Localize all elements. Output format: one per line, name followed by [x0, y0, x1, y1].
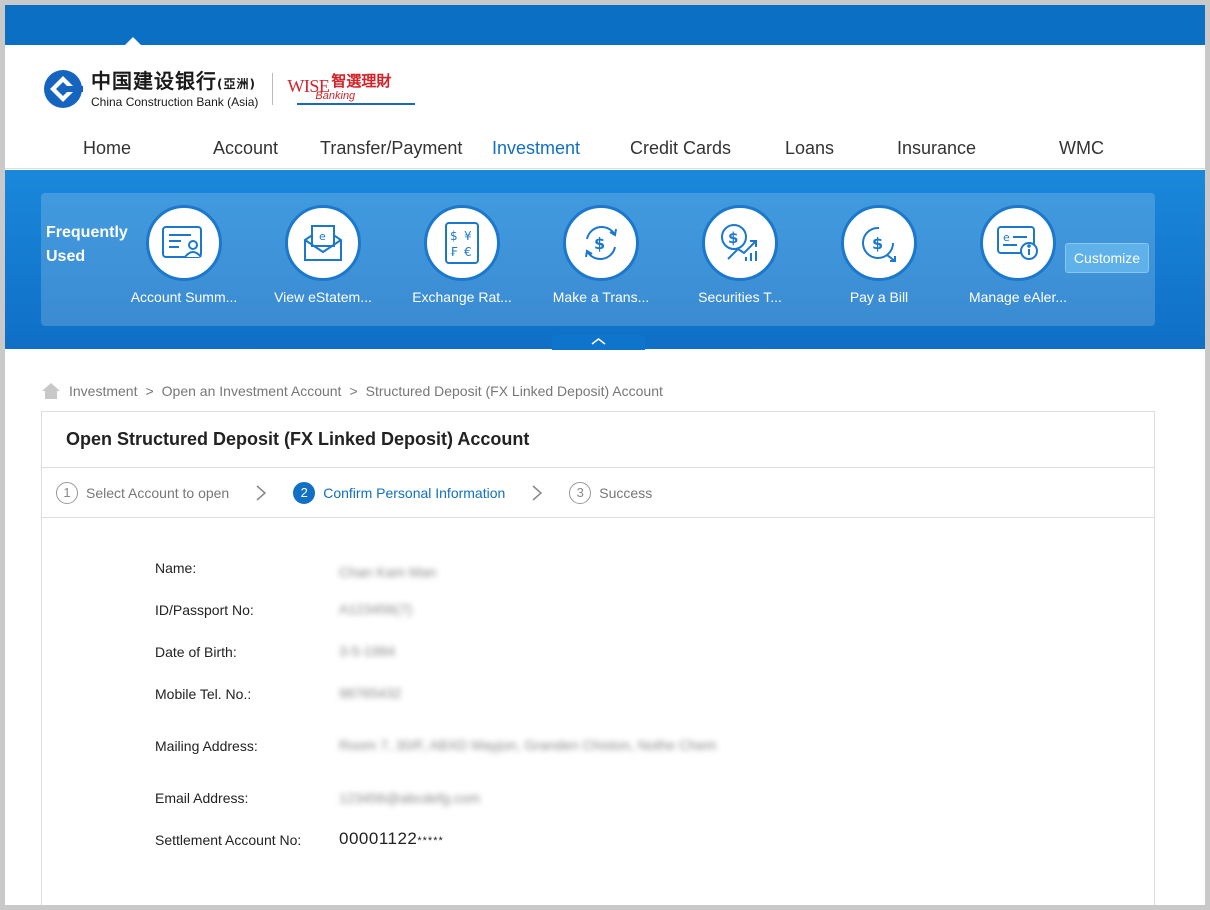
pay-bill-icon: $	[862, 226, 896, 262]
breadcrumb-current: Structured Deposit (FX Linked Deposit) A…	[365, 383, 663, 399]
label-name: Name:	[155, 560, 197, 576]
step-number: 1	[56, 481, 78, 504]
step-label: Select Account to open	[86, 484, 230, 501]
label-id-passport: ID/Passport No:	[155, 602, 254, 618]
nav-credit-cards[interactable]: Credit Cards	[630, 138, 731, 159]
frequently-used-title: Frequently Used	[46, 224, 128, 265]
shortcut-label: Pay a Bill	[849, 289, 909, 305]
account-summary-icon	[162, 226, 202, 258]
label-settlement-account: Settlement Account No:	[155, 832, 302, 848]
ccb-name: 中国建设银行(亞洲) China Construction Bank (Asia…	[91, 70, 258, 109]
svg-text:€: €	[464, 245, 472, 259]
value-date-of-birth: 3-5-1984	[339, 643, 396, 659]
exchange-rate-icon: $ ¥ ₣ €	[445, 222, 479, 264]
svg-text:₣: ₣	[450, 245, 458, 259]
value-id-passport: A123456(7)	[339, 601, 413, 617]
value-mobile-tel: 98765432	[339, 685, 402, 701]
top-bar	[5, 5, 1205, 46]
breadcrumb-investment[interactable]: Investment	[69, 383, 137, 399]
page-title: Open Structured Deposit (FX Linked Depos…	[42, 412, 1154, 468]
nav-wmc[interactable]: WMC	[1059, 138, 1104, 159]
value-name: Chan Kam Man	[339, 564, 437, 580]
shortcut-view-estatement[interactable]: e View eStatem...	[263, 205, 383, 305]
shortcut-securities-trading[interactable]: $ Securities T...	[680, 205, 800, 305]
nav-account[interactable]: Account	[213, 138, 278, 159]
svg-text:¥: ¥	[464, 229, 472, 243]
label-date-of-birth: Date of Birth:	[155, 644, 237, 660]
frequently-used-panel: Frequently Used Account Summ... e View e…	[41, 193, 1155, 326]
svg-text:$: $	[872, 234, 883, 253]
estatement-icon: e	[304, 225, 342, 261]
step-label: Confirm Personal Information	[323, 484, 506, 501]
ccb-chinese-name: 中国建设银行(亞洲)	[91, 68, 256, 93]
value-email-address: 123456@abcdefg.com	[339, 790, 481, 806]
wise-banking-word: Banking	[315, 89, 356, 102]
shortcut-account-summary[interactable]: Account Summ...	[124, 205, 244, 305]
shortcut-label: Make a Trans...	[552, 289, 650, 305]
step-number: 3	[569, 481, 592, 504]
top-bar-notch	[124, 37, 142, 46]
nav-loans[interactable]: Loans	[785, 138, 834, 159]
nav-home[interactable]: Home	[83, 138, 131, 159]
chevron-up-icon	[591, 338, 606, 345]
breadcrumb: Investment > Open an Investment Account …	[41, 382, 663, 400]
chevron-right-icon	[255, 484, 267, 502]
frequently-used-banner: Frequently Used Account Summ... e View e…	[5, 170, 1205, 349]
svg-text:e: e	[1003, 231, 1010, 244]
step-number: 2	[293, 481, 316, 504]
collapse-banner-tab[interactable]	[552, 335, 645, 350]
svg-text:$: $	[450, 229, 458, 243]
step-confirm-personal-info: 2 Confirm Personal Information	[293, 481, 506, 504]
value-settlement-account: 00001122*****	[339, 829, 444, 848]
value-mailing-address: Room 7, 30/F, ABXD Mayjon, Granden Chist…	[339, 737, 717, 753]
step-select-account: 1 Select Account to open	[56, 481, 230, 504]
transfer-icon: $	[585, 225, 617, 261]
nav-investment[interactable]: Investment	[492, 138, 580, 159]
wise-chinese: 智選理財	[331, 71, 392, 90]
shortcut-label: Exchange Rat...	[412, 289, 512, 305]
svg-text:$: $	[728, 229, 738, 247]
shortcut-manage-ealert[interactable]: e Manage eAler...	[958, 205, 1078, 305]
home-icon[interactable]	[41, 382, 61, 400]
step-indicator: 1 Select Account to open 2 Confirm Perso…	[42, 468, 1154, 518]
shortcut-exchange-rate[interactable]: $ ¥ ₣ € Exchange Rat...	[402, 205, 522, 305]
chevron-right-icon	[531, 484, 543, 502]
ealert-icon: e	[997, 226, 1038, 260]
nav-transfer-payment[interactable]: Transfer/Payment	[320, 138, 462, 159]
breadcrumb-separator: >	[145, 383, 154, 399]
wise-underline	[297, 102, 416, 105]
shortcut-make-transfer[interactable]: $ Make a Trans...	[541, 205, 661, 305]
securities-icon: $	[721, 224, 757, 261]
logo-divider	[272, 73, 274, 105]
customize-button[interactable]: Customize	[1065, 243, 1149, 273]
shortcut-label: Manage eAler...	[968, 289, 1068, 305]
label-email-address: Email Address:	[155, 790, 249, 806]
label-mailing-address: Mailing Address:	[155, 738, 258, 754]
svg-text:e: e	[319, 230, 326, 243]
step-label: Success	[599, 484, 653, 501]
brand-logo[interactable]: 中国建设银行(亞洲) China Construction Bank (Asia…	[43, 67, 416, 111]
wise-banking-logo: WISE 智選理財 Banking	[287, 71, 416, 105]
shortcut-pay-bill[interactable]: $ Pay a Bill	[819, 205, 939, 305]
browser-frame: 中国建设银行(亞洲) China Construction Bank (Asia…	[5, 5, 1205, 905]
step-success: 3 Success	[569, 481, 653, 504]
breadcrumb-separator: >	[349, 383, 358, 399]
shortcut-label: Securities T...	[698, 289, 782, 305]
nav-insurance[interactable]: Insurance	[897, 138, 976, 159]
label-mobile-tel: Mobile Tel. No.:	[155, 686, 252, 702]
svg-text:$: $	[594, 234, 605, 253]
ccb-english-name: China Construction Bank (Asia)	[91, 94, 259, 109]
main-nav: Home Account Transfer/Payment Investment…	[5, 133, 1205, 169]
shortcut-label: Account Summ...	[130, 289, 238, 305]
content-card: Open Structured Deposit (FX Linked Depos…	[41, 411, 1155, 905]
ccb-logo-icon	[44, 70, 83, 108]
breadcrumb-open-investment-account[interactable]: Open an Investment Account	[162, 383, 342, 399]
shortcut-label: View eStatem...	[274, 289, 372, 305]
